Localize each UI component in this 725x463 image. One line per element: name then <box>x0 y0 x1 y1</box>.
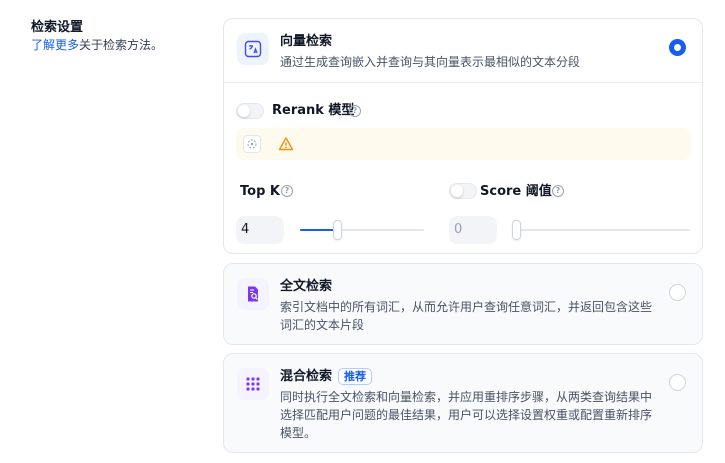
top-k-slider-fill <box>300 229 337 231</box>
hybrid-search-header[interactable]: 混合检索 推荐 同时执行全文检索和向量检索，并应用重排序步骤，从两类查询结果中选择… <box>224 354 702 455</box>
rerank-warning-banner <box>236 128 691 160</box>
vector-search-radio[interactable] <box>669 39 686 56</box>
fulltext-search-radio[interactable] <box>669 284 686 301</box>
hybrid-grid-icon <box>237 368 269 400</box>
vector-search-card[interactable]: 向量检索 通过生成查询嵌入并查询与其向量表示最相似的文本分段 Rerank 模型… <box>223 18 703 254</box>
score-threshold-help-icon[interactable]: ? <box>552 185 564 197</box>
score-threshold-slider-thumb[interactable] <box>512 220 521 240</box>
recommended-badge: 推荐 <box>338 368 373 385</box>
hybrid-search-title: 混合检索 推荐 <box>280 368 690 385</box>
vector-search-header[interactable]: 向量检索 通过生成查询嵌入并查询与其向量表示最相似的文本分段 <box>224 19 702 82</box>
section-desc-suffix: 关于检索方法。 <box>79 38 164 52</box>
score-threshold-input[interactable]: 0 <box>449 216 497 244</box>
top-k-help-icon[interactable]: ? <box>281 185 293 197</box>
fulltext-search-description: 索引文档中的所有词汇，从而允许用户查询任意词汇，并返回包含这些词汇的文本片段 <box>280 300 653 332</box>
vector-search-icon <box>237 33 269 65</box>
vector-search-settings: Rerank 模型 ? Top K ? 4 Score 阈值 ? 0 <box>224 83 702 255</box>
hybrid-search-card[interactable]: 混合检索 推荐 同时执行全文检索和向量检索，并应用重排序步骤，从两类查询结果中选择… <box>223 353 703 453</box>
score-threshold-toggle[interactable] <box>449 183 477 199</box>
top-k-input[interactable]: 4 <box>236 216 284 244</box>
vector-search-description: 通过生成查询嵌入并查询与其向量表示最相似的文本分段 <box>280 55 581 69</box>
rerank-model-icon <box>243 135 261 153</box>
fulltext-search-title: 全文检索 <box>280 279 333 294</box>
fulltext-search-card[interactable]: 全文检索 索引文档中的所有词汇，从而允许用户查询任意词汇，并返回包含这些词汇的文… <box>223 263 703 345</box>
learn-more-link[interactable]: 了解更多 <box>31 38 79 52</box>
fulltext-search-icon <box>237 278 269 310</box>
rerank-help-icon[interactable]: ? <box>349 105 361 117</box>
score-threshold-label: Score 阈值 <box>480 184 552 199</box>
hybrid-search-radio[interactable] <box>669 374 686 391</box>
section-title: 检索设置 <box>31 20 84 35</box>
retrieval-settings-header: 检索设置 了解更多关于检索方法。 <box>31 19 163 54</box>
top-k-label: Top K <box>240 184 280 199</box>
top-k-slider-thumb[interactable] <box>333 220 342 240</box>
section-description: 了解更多关于检索方法。 <box>31 37 163 54</box>
hybrid-search-description: 同时执行全文检索和向量检索，并应用重排序步骤，从两类查询结果中选择匹配用户问题的… <box>280 390 653 440</box>
warning-icon <box>278 137 294 151</box>
rerank-label: Rerank 模型 <box>272 103 355 118</box>
fulltext-search-header[interactable]: 全文检索 索引文档中的所有词汇，从而允许用户查询任意词汇，并返回包含这些词汇的文… <box>224 264 702 347</box>
score-threshold-slider-track[interactable] <box>514 229 690 231</box>
vector-search-title: 向量检索 <box>280 34 333 49</box>
rerank-toggle[interactable] <box>236 103 264 119</box>
